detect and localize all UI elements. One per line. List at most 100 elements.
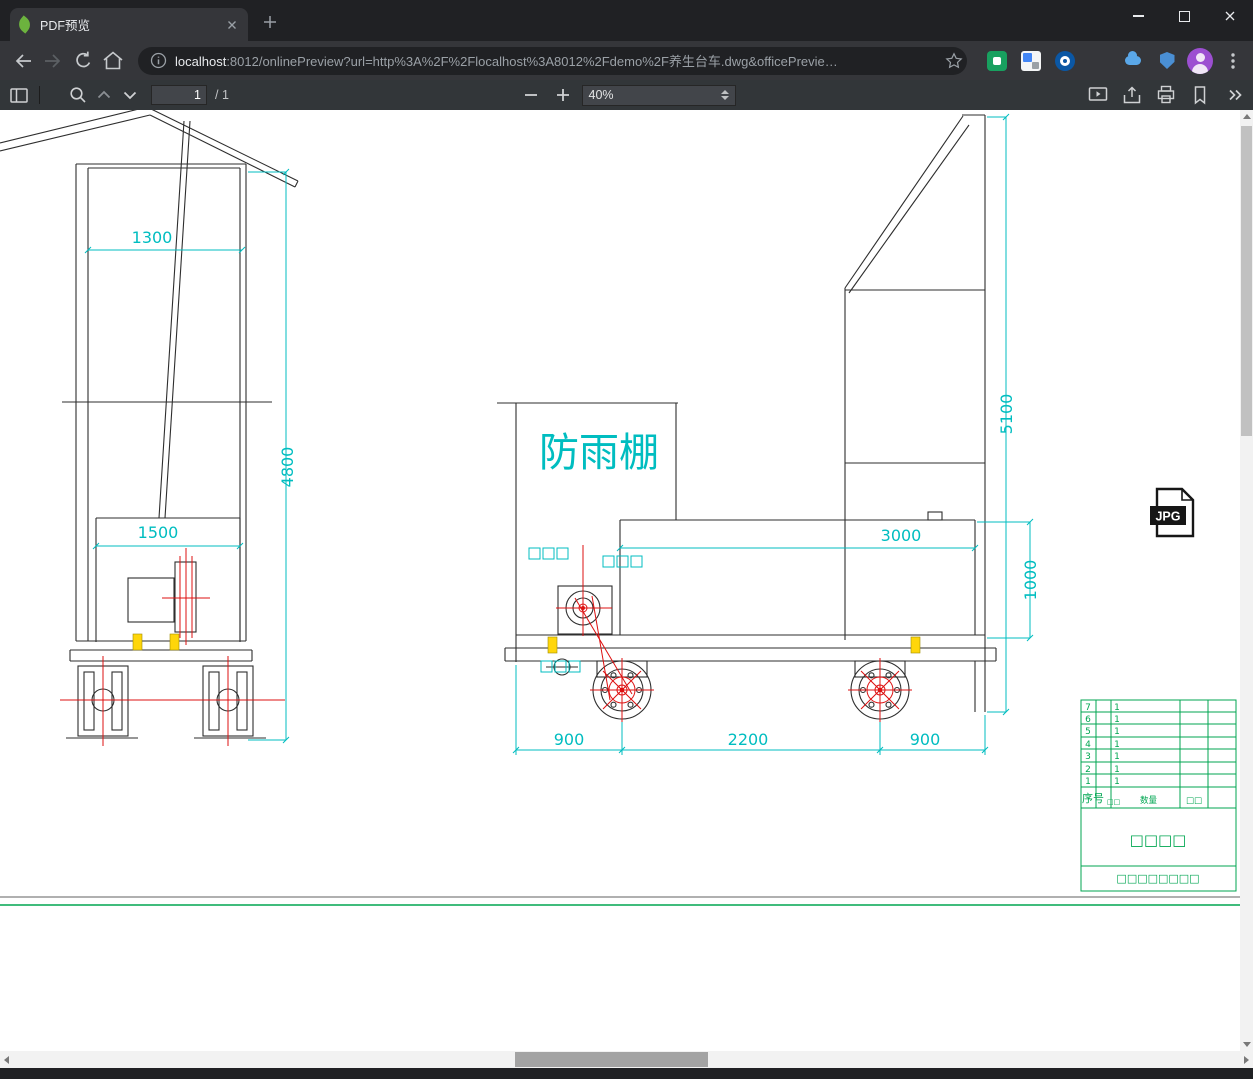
url-path: :8012/onlinePreview?url=http%3A%2F%2Floc…	[226, 54, 838, 69]
jpg-label: JPG	[1155, 510, 1180, 524]
home-icon	[103, 50, 123, 69]
bookmark-button[interactable]	[1187, 82, 1213, 108]
index-cell: 5	[1085, 727, 1091, 737]
pdf-page-cad-drawing: 1300 1500 4800 防雨棚 5100 3000 1000 900 22…	[0, 110, 1240, 1051]
zoom-controls: 40%	[518, 80, 736, 110]
page-count-label: / 1	[215, 88, 229, 102]
presentation-mode-button[interactable]	[1085, 82, 1111, 108]
toolbar-separator	[39, 86, 40, 104]
window-close-button[interactable]	[1207, 0, 1253, 32]
extension-icon-shield[interactable]	[1157, 51, 1177, 71]
header-qty: 数量	[1140, 795, 1158, 806]
qty-cell: 1	[1114, 715, 1120, 725]
extensions-area	[987, 50, 1177, 71]
extension-glyph	[1063, 58, 1067, 63]
window-bottom-edge	[0, 1068, 1253, 1079]
new-tab-button[interactable]	[260, 12, 280, 32]
browser-titlebar: PDF预览	[0, 0, 1253, 41]
index-cell: 3	[1085, 752, 1091, 762]
open-file-icon	[1123, 86, 1141, 104]
browser-window: PDF预览 localhost:8012/onlinePreview?url=h…	[0, 0, 1253, 1079]
zoom-value: 40%	[588, 88, 614, 102]
maximize-icon	[1178, 10, 1190, 22]
open-file-button[interactable]	[1119, 82, 1145, 108]
presentation-icon	[1088, 87, 1108, 101]
vertical-scrollbar-thumb[interactable]	[1241, 126, 1252, 436]
header-name: □□	[1107, 798, 1120, 806]
extension-icon-color-grid[interactable]	[1089, 51, 1109, 71]
page-number-input[interactable]: 1	[151, 85, 207, 105]
extension-glyph	[993, 56, 1001, 65]
extension-glyph	[1159, 52, 1175, 69]
zoom-out-button[interactable]	[518, 82, 544, 108]
profile-avatar[interactable]	[1187, 47, 1213, 74]
forward-button[interactable]	[38, 46, 68, 76]
scroll-left-arrow[interactable]	[4, 1055, 9, 1064]
search-icon	[70, 87, 86, 103]
select-arrows-icon	[720, 90, 729, 100]
tab-title: PDF预览	[40, 19, 91, 33]
scroll-up-arrow[interactable]	[1242, 114, 1251, 119]
window-maximize-button[interactable]	[1161, 0, 1207, 32]
browser-tab[interactable]: PDF预览	[10, 8, 248, 41]
next-page-button[interactable]	[117, 82, 143, 108]
bookmark-star-icon[interactable]	[945, 51, 963, 70]
tab-close-icon[interactable]	[224, 17, 240, 33]
zoom-in-button[interactable]	[550, 82, 576, 108]
extension-icon-cloud[interactable]	[1123, 51, 1143, 71]
qty-cell: 1	[1114, 740, 1120, 750]
chevron-down-icon	[123, 91, 137, 100]
qty-cell: 1	[1114, 727, 1120, 737]
extension-glyph	[1023, 52, 1032, 62]
back-button[interactable]	[8, 46, 38, 76]
minimize-icon	[1132, 15, 1144, 17]
index-cell: 1	[1085, 777, 1091, 787]
scroll-down-arrow[interactable]	[1242, 1042, 1251, 1047]
back-icon	[15, 53, 31, 68]
horizontal-scrollbar-thumb[interactable]	[515, 1052, 708, 1067]
zoom-select[interactable]: 40%	[581, 84, 736, 106]
sidebar-toggle-button[interactable]	[6, 82, 32, 108]
more-tools-button[interactable]	[1221, 82, 1247, 108]
rain-shelter-label: 防雨棚	[539, 430, 659, 476]
plus-icon	[556, 89, 569, 101]
qty-cell: 1	[1114, 765, 1120, 775]
jpg-file-icon: JPG	[1150, 487, 1195, 538]
close-icon	[1225, 11, 1235, 21]
window-controls	[1115, 0, 1253, 32]
home-button[interactable]	[98, 46, 128, 76]
horizontal-scrollbar[interactable]	[0, 1051, 1253, 1068]
double-chevron-right-icon	[1229, 89, 1242, 101]
url-host: localhost	[175, 54, 227, 69]
dim-label: 1300	[132, 228, 173, 247]
extension-glyph	[1125, 51, 1141, 65]
dim-label: 1000	[1021, 560, 1040, 601]
extension-glyph	[1032, 61, 1039, 69]
browser-menu-button[interactable]	[1221, 47, 1245, 75]
qty-cell: 1	[1114, 777, 1120, 787]
previous-page-button[interactable]	[91, 82, 117, 108]
extension-icon-green[interactable]	[987, 50, 1007, 71]
scroll-right-arrow[interactable]	[1244, 1055, 1249, 1064]
window-minimize-button[interactable]	[1115, 0, 1161, 32]
dim-label: 3000	[881, 526, 922, 545]
index-cell: 4	[1085, 740, 1091, 750]
reload-button[interactable]	[68, 46, 98, 76]
dim-label: 2200	[728, 730, 769, 749]
header-index: 序号	[1082, 791, 1104, 805]
print-button[interactable]	[1153, 82, 1179, 108]
address-bar[interactable]: localhost:8012/onlinePreview?url=http%3A…	[138, 46, 967, 75]
index-cell: 6	[1085, 715, 1091, 725]
dim-label: 5100	[997, 394, 1016, 435]
pdf-toolbar: 1 / 1 40%	[0, 80, 1253, 110]
pdf-toolbar-right	[1085, 82, 1247, 108]
extension-icon-translate[interactable]	[1021, 50, 1041, 71]
dim-label: 4800	[278, 447, 297, 488]
find-button[interactable]	[65, 82, 91, 108]
vertical-scrollbar[interactable]	[1240, 110, 1253, 1051]
extension-icon-blue-ring[interactable]	[1055, 50, 1075, 71]
kebab-menu-icon	[1231, 52, 1235, 69]
site-info-icon[interactable]	[150, 52, 167, 69]
qty-cell: 1	[1114, 752, 1120, 762]
sidebar-toggle-icon	[10, 88, 28, 103]
